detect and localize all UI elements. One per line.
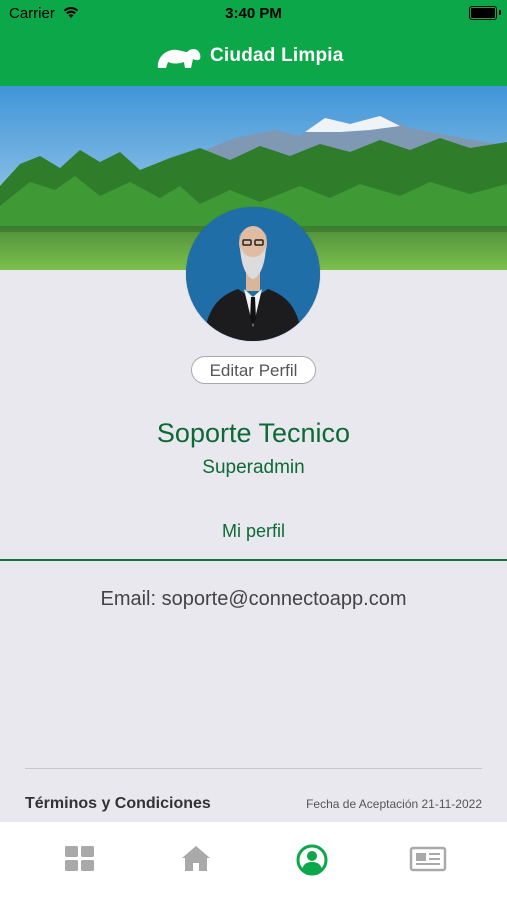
profile-avatar [186, 207, 320, 341]
nav-dashboard[interactable] [60, 844, 100, 874]
home-icon [182, 846, 210, 871]
acceptance-date: Fecha de Aceptación 21-11-2022 [306, 797, 482, 811]
app-title: Ciudad Limpia [210, 45, 344, 66]
tab-underline [0, 559, 507, 561]
grid-icon [65, 846, 94, 871]
bottom-nav [0, 822, 507, 900]
nav-home[interactable] [176, 844, 216, 874]
email-info: Email: soporte@connectoapp.com [100, 588, 407, 610]
edit-profile-button[interactable]: Editar Perfil [191, 356, 316, 384]
status-bar: Carrier 3:40 PM [0, 0, 507, 26]
avatar-photo [186, 207, 320, 341]
nav-news[interactable] [408, 844, 448, 874]
battery-icon [469, 6, 497, 20]
divider [25, 768, 482, 769]
clock: 3:40 PM [225, 5, 282, 22]
app-header: Ciudad Limpia [0, 26, 507, 86]
profile-name: Soporte Tecnico [156, 418, 351, 448]
user-icon [296, 844, 328, 876]
hippo-logo-icon [157, 48, 201, 68]
nav-profile[interactable] [292, 844, 332, 876]
profile-role: Superadmin [202, 457, 305, 478]
battery-tip [499, 10, 501, 15]
newspaper-icon [409, 846, 447, 872]
terms-link[interactable]: Términos y Condiciones [25, 795, 211, 813]
tab-mi-perfil[interactable]: Mi perfil [0, 521, 507, 542]
